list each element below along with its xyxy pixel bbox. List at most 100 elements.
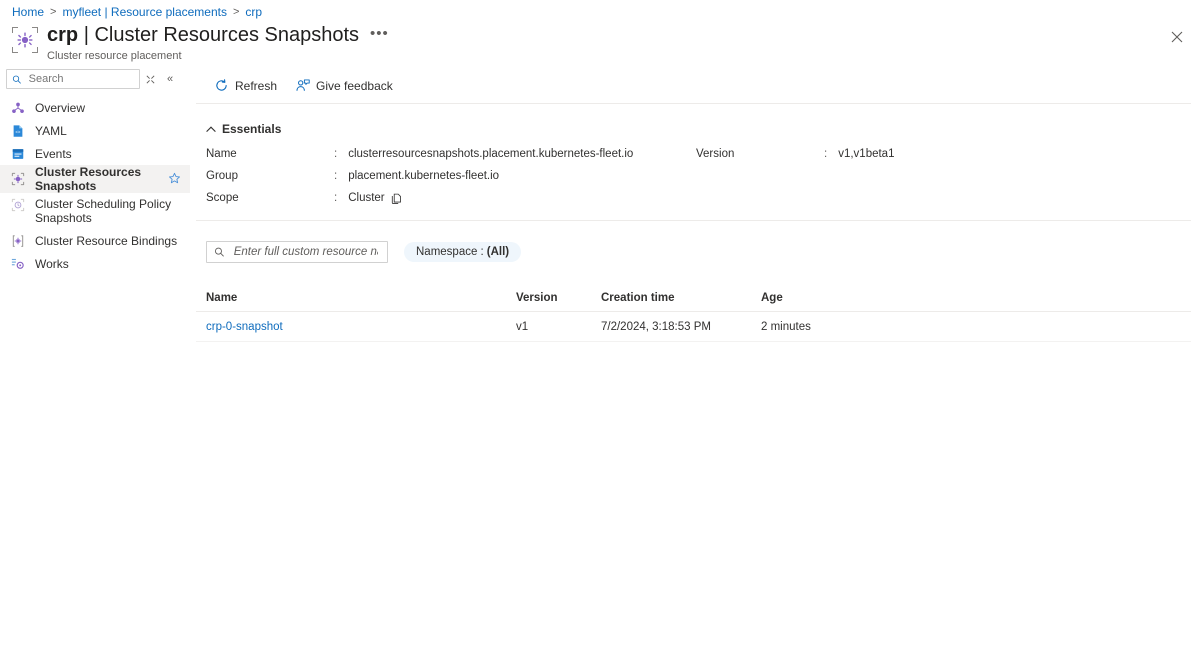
binding-icon — [10, 233, 26, 249]
breadcrumb-item-home[interactable]: Home — [12, 5, 44, 19]
namespace-filter-pill[interactable]: Namespace : (All) — [404, 242, 521, 262]
collapse-search-icon[interactable] — [140, 69, 160, 89]
sidebar-item-label: Cluster Scheduling Policy Snapshots — [35, 197, 182, 225]
column-header-creation-time[interactable]: Creation time — [601, 292, 761, 304]
cell-age: 2 minutes — [761, 321, 901, 333]
chevron-up-icon — [206, 126, 216, 133]
collapse-nav-icon[interactable]: « — [160, 69, 180, 89]
essentials-value-text: v1,v1beta1 — [838, 147, 894, 162]
colon: : — [334, 147, 337, 162]
overview-icon — [10, 100, 26, 116]
essentials-title: Essentials — [222, 122, 281, 136]
sidebar-search-box[interactable] — [6, 69, 140, 89]
sidebar-item-label: Events — [35, 147, 182, 161]
essentials-value-text: Cluster — [348, 191, 384, 206]
essentials-key: Group — [206, 169, 334, 184]
sidebar-item-overview[interactable]: Overview — [0, 96, 190, 119]
essentials-right-column: Version : v1,v1beta1 — [696, 147, 894, 206]
colon: : — [334, 191, 337, 206]
snapshot-icon — [10, 171, 26, 187]
namespace-filter-label: Namespace : — [416, 246, 484, 258]
column-header-name[interactable]: Name — [206, 292, 516, 304]
essentials-toggle[interactable]: Essentials — [206, 122, 1191, 136]
colon: : — [824, 147, 827, 162]
breadcrumb-separator: > — [233, 6, 239, 18]
essentials-field-name: Name : clusterresourcesnapshots.placemen… — [206, 147, 696, 162]
refresh-button[interactable]: Refresh — [207, 74, 284, 97]
sidebar-item-label: Cluster Resources Snapshots — [35, 165, 159, 193]
sidebar-item-cluster-resource-bindings[interactable]: Cluster Resource Bindings — [0, 229, 190, 252]
sidebar: « Overview — [0, 68, 196, 655]
sidebar-search-row: « — [0, 68, 195, 90]
column-header-age[interactable]: Age — [761, 292, 901, 304]
essentials-field-scope: Scope : Cluster — [206, 191, 696, 206]
essentials-value: : Cluster — [334, 191, 403, 206]
sidebar-item-label: YAML — [35, 124, 182, 138]
essentials-value-text: placement.kubernetes-fleet.io — [348, 169, 499, 184]
copy-icon[interactable] — [391, 193, 403, 205]
essentials-key: Name — [206, 147, 334, 162]
svg-text:<>: <> — [15, 129, 21, 134]
search-icon — [12, 74, 22, 85]
refresh-label: Refresh — [235, 79, 277, 93]
essentials-value: : placement.kubernetes-fleet.io — [334, 169, 499, 184]
favorite-star-icon[interactable] — [168, 172, 182, 186]
colon: : — [334, 169, 337, 184]
snapshots-table: Name Version Creation time Age crp-0-sna… — [196, 284, 1191, 342]
cell-version: v1 — [516, 321, 601, 333]
sidebar-item-label: Works — [35, 257, 182, 271]
resource-search-input[interactable] — [232, 245, 380, 259]
feedback-person-icon — [295, 78, 310, 93]
essentials-key: Version — [696, 147, 824, 162]
sidebar-item-cluster-resources-snapshots[interactable]: Cluster Resources Snapshots — [0, 165, 190, 193]
namespace-filter-value: (All) — [487, 246, 509, 258]
sidebar-search-input[interactable] — [27, 72, 134, 86]
page-subtitle: Cluster resource placement — [47, 50, 393, 62]
cell-name: crp-0-snapshot — [206, 321, 516, 333]
essentials-left-column: Name : clusterresourcesnapshots.placemen… — [206, 147, 696, 206]
essentials-field-version: Version : v1,v1beta1 — [696, 147, 894, 162]
sidebar-item-events[interactable]: Events — [0, 142, 190, 165]
cluster-resource-placement-icon — [12, 27, 38, 53]
page-title: crp | Cluster Resources Snapshots — [47, 24, 359, 47]
content-area: Refresh Give feedback Essentials — [196, 68, 1200, 655]
sidebar-item-label: Cluster Resource Bindings — [35, 234, 182, 248]
close-blade-button[interactable] — [1166, 26, 1188, 48]
sidebar-item-label: Overview — [35, 101, 182, 115]
events-icon — [10, 146, 26, 162]
command-bar: Refresh Give feedback — [196, 68, 1191, 104]
sidebar-item-works[interactable]: Works — [0, 252, 190, 275]
works-icon — [10, 256, 26, 272]
refresh-icon — [214, 78, 229, 93]
page-title-page: Cluster Resources Snapshots — [94, 24, 359, 46]
essentials-key: Scope — [206, 191, 334, 206]
essentials-value: : v1,v1beta1 — [824, 147, 894, 162]
cell-creation-time: 7/2/2024, 3:18:53 PM — [601, 321, 761, 333]
essentials-grid: Name : clusterresourcesnapshots.placemen… — [206, 147, 1191, 206]
filter-bar: Namespace : (All) — [196, 221, 1200, 263]
page-title-separator: | — [84, 24, 89, 46]
resource-search-box[interactable] — [206, 241, 388, 263]
portal-blade: Home > myfleet | Resource placements > c… — [0, 0, 1200, 655]
close-icon — [1171, 31, 1183, 43]
give-feedback-button[interactable]: Give feedback — [288, 74, 400, 97]
policy-snapshot-icon — [10, 197, 26, 213]
table-header-row: Name Version Creation time Age — [196, 284, 1191, 312]
essentials-value-text: clusterresourcesnapshots.placement.kuber… — [348, 147, 633, 162]
sidebar-item-cluster-scheduling-policy-snapshots[interactable]: Cluster Scheduling Policy Snapshots — [0, 193, 190, 229]
search-icon — [214, 246, 225, 258]
breadcrumb-item-myfleet[interactable]: myfleet | Resource placements — [62, 5, 227, 19]
sidebar-nav-list: Overview <> YAML — [0, 96, 195, 275]
essentials-section: Essentials Name : clusterresourcesnapsho… — [196, 104, 1191, 221]
give-feedback-label: Give feedback — [316, 79, 393, 93]
yaml-file-icon: <> — [10, 123, 26, 139]
more-options-button[interactable]: ••• — [366, 26, 393, 41]
essentials-field-group: Group : placement.kubernetes-fleet.io — [206, 169, 696, 184]
table-row[interactable]: crp-0-snapshot v1 7/2/2024, 3:18:53 PM 2… — [196, 312, 1191, 342]
column-header-version[interactable]: Version — [516, 292, 601, 304]
sidebar-item-yaml[interactable]: <> YAML — [0, 119, 190, 142]
breadcrumb: Home > myfleet | Resource placements > c… — [12, 5, 262, 19]
breadcrumb-item-crp[interactable]: crp — [245, 5, 262, 19]
page-title-row: crp | Cluster Resources Snapshots ••• Cl… — [12, 24, 393, 62]
snapshot-link[interactable]: crp-0-snapshot — [206, 321, 283, 333]
